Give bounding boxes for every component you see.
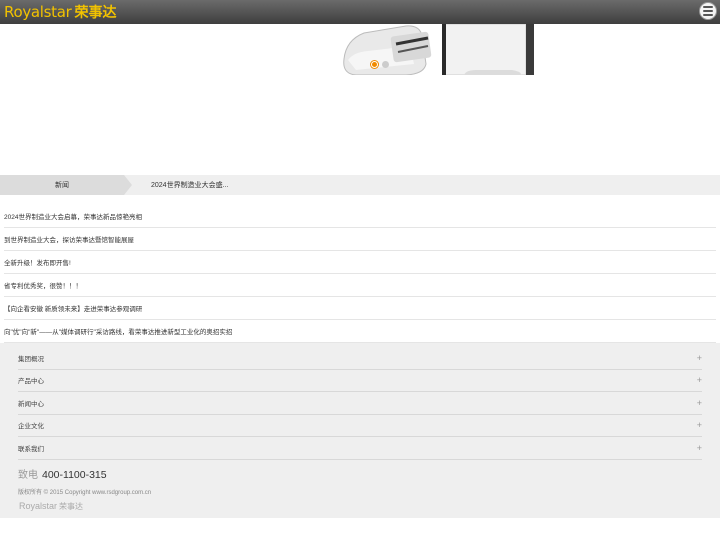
plus-icon[interactable]: + bbox=[697, 420, 702, 430]
carousel-pagination bbox=[371, 61, 389, 68]
banner-carousel bbox=[0, 24, 720, 174]
footer-nav-label: 联系我们 bbox=[18, 445, 44, 453]
carousel-dot-2[interactable] bbox=[382, 61, 389, 68]
logo-text-cn: 荣事达 bbox=[74, 4, 117, 20]
news-item[interactable]: 【向企看安徽 新质领未来】走进荣事达参观调研 bbox=[4, 297, 716, 320]
breadcrumb-section[interactable]: 新闻 bbox=[0, 175, 132, 195]
contact-phone: 致电 400-1100-315 bbox=[18, 466, 702, 481]
news-list: 2024世界制造业大会启幕，荣事达新品惊艳亮相 到世界制造业大会，探访荣事达暨馆… bbox=[0, 205, 720, 343]
footer-nav-item-about[interactable]: 集团概况 + bbox=[18, 347, 702, 370]
phone-label: 致电 bbox=[18, 469, 38, 481]
footer-nav-label: 集团概况 bbox=[18, 355, 44, 363]
footer-nav-item-contact[interactable]: 联系我们 + bbox=[18, 437, 702, 460]
breadcrumb-current: 2024世界制造业大会盛... bbox=[151, 182, 229, 189]
news-item[interactable]: 到世界制造业大会，探访荣事达暨馆智能展屋 bbox=[4, 228, 716, 251]
banner-image[interactable] bbox=[336, 24, 536, 75]
footer-logo-en: Royalstar bbox=[19, 500, 58, 511]
carousel-dot-1[interactable] bbox=[371, 61, 378, 68]
footer-nav: 集团概况 + 产品中心 + 新闻中心 + 企业文化 + 联系我们 + bbox=[18, 347, 702, 460]
plus-icon[interactable]: + bbox=[697, 398, 702, 408]
hamburger-menu-icon[interactable] bbox=[699, 2, 717, 20]
phone-number[interactable]: 400-1100-315 bbox=[42, 469, 107, 481]
footer-logo-cn: 荣事达 bbox=[59, 501, 84, 511]
footer-nav-item-culture[interactable]: 企业文化 + bbox=[18, 415, 702, 437]
plus-icon[interactable]: + bbox=[697, 443, 702, 453]
breadcrumb: 新闻 2024世界制造业大会盛... bbox=[0, 175, 720, 195]
news-item[interactable]: 全新升级！发布即开售! bbox=[4, 251, 716, 274]
page-footer: 集团概况 + 产品中心 + 新闻中心 + 企业文化 + 联系我们 + 致电 40… bbox=[0, 343, 720, 518]
copyright-text: 版权所有 © 2015 Copyright www.rsdgroup.com.c… bbox=[18, 489, 152, 496]
news-item[interactable]: 省专利优秀奖，很赞！！！ bbox=[4, 274, 716, 297]
footer-logo: Royalstar 荣事达 bbox=[19, 501, 702, 512]
news-item[interactable]: 2024世界制造业大会启幕，荣事达新品惊艳亮相 bbox=[4, 205, 716, 228]
news-item[interactable]: 向"优"向"新"——从"媒体调研行"采访路线，看荣事达推进新型工业化的奥招实招 bbox=[4, 320, 716, 343]
footer-nav-label: 产品中心 bbox=[18, 378, 44, 386]
footer-nav-label: 新闻中心 bbox=[18, 400, 44, 408]
logo-text-en: Royalstar bbox=[4, 3, 72, 21]
plus-icon[interactable]: + bbox=[697, 375, 702, 385]
footer-nav-item-news[interactable]: 新闻中心 + bbox=[18, 392, 702, 415]
royalstar-logo[interactable]: Royalstar 荣事达 bbox=[4, 2, 117, 22]
top-header: Royalstar 荣事达 bbox=[0, 0, 720, 24]
plus-icon[interactable]: + bbox=[697, 353, 702, 363]
footer-nav-item-products[interactable]: 产品中心 + bbox=[18, 370, 702, 392]
footer-nav-label: 企业文化 bbox=[18, 423, 44, 431]
